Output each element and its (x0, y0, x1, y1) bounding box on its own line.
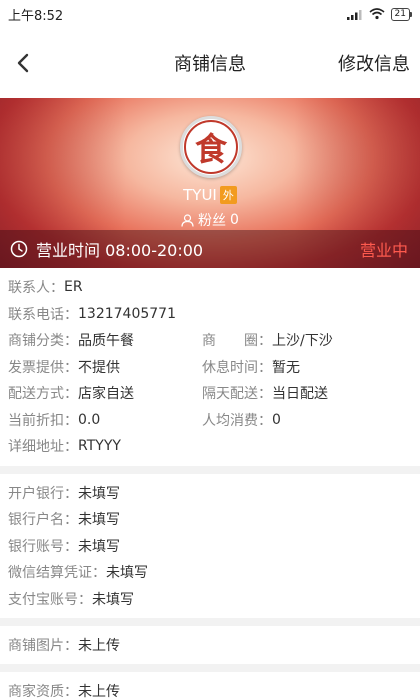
status-icons: 21 (346, 7, 413, 21)
district-value: 上沙/下沙 (272, 333, 333, 350)
shop-name-row: TYUI 外 (0, 186, 420, 204)
avg-spend-value: 0 (272, 411, 281, 428)
fans-count: 0 (230, 212, 239, 228)
shop-name: TYUI (183, 186, 217, 204)
info-row: 详细地址： RTYYY (8, 433, 412, 460)
bank-name-label: 开户银行： (8, 485, 78, 502)
account-name-value: 未填写 (78, 512, 120, 529)
info-row: 当前折扣： 0.0 人均消费： 0 (8, 407, 412, 434)
bank-row: 微信结算凭证： 未填写 (8, 559, 412, 586)
rest-time-value: 暂无 (272, 359, 300, 376)
shop-images-label: 商铺图片： (8, 638, 78, 654)
alipay-label: 支付宝账号： (8, 591, 92, 608)
bank-info-card: 开户银行： 未填写 银行户名： 未填写 银行账号： 未填写 微信结算凭证： 未填… (0, 473, 420, 618)
alipay-value: 未填写 (92, 591, 134, 608)
qualification-row[interactable]: 商家资质： 未上传 (0, 672, 420, 700)
bank-name-value: 未填写 (78, 485, 120, 502)
account-no-label: 银行账号： (8, 538, 78, 555)
shop-info-card: 联系人： ER 联系电话： 13217405771 商铺分类： 品质午餐 商 圈… (0, 268, 420, 466)
battery-icon: 21 (390, 7, 413, 21)
bank-row: 银行账号： 未填写 (8, 533, 412, 560)
invoice-label: 发票提供： (8, 359, 78, 376)
bank-row: 银行户名： 未填写 (8, 506, 412, 533)
info-row: 发票提供： 不提供 休息时间： 暂无 (8, 354, 412, 381)
contact-value: ER (64, 279, 83, 296)
delivery-method-label: 配送方式： (8, 386, 78, 403)
category-label: 商铺分类： (8, 333, 78, 350)
phone-label: 联系电话： (8, 306, 78, 323)
phone-value: 13217405771 (78, 305, 176, 322)
account-name-label: 银行户名： (8, 512, 78, 529)
signal-icon (346, 9, 362, 20)
fans-row: 粉丝 0 (0, 210, 420, 230)
takeout-badge: 外 (219, 186, 237, 204)
open-status-badge: 营业中 (359, 241, 408, 260)
category-value: 品质午餐 (78, 333, 134, 350)
info-row: 联系人： ER (8, 274, 412, 301)
wifi-icon (369, 8, 385, 20)
status-time: 上午8:52 (8, 8, 64, 24)
invoice-value: 不提供 (78, 359, 120, 376)
info-row: 联系电话： 13217405771 (8, 301, 412, 328)
info-row: 商铺分类： 品质午餐 商 圈： 上沙/下沙 (8, 327, 412, 354)
info-row: 配送方式： 店家自送 隔天配送： 当日配送 (8, 380, 412, 407)
shop-images-value: 未上传 (78, 638, 120, 654)
wechat-label: 微信结算凭证： (8, 565, 106, 582)
avg-spend-label: 人均消费： (202, 412, 272, 429)
edit-info-button[interactable]: 修改信息 (338, 50, 410, 76)
delivery-method-value: 店家自送 (78, 386, 134, 403)
rest-time-label: 休息时间： (202, 359, 272, 376)
account-no-value: 未填写 (78, 538, 120, 555)
back-button[interactable] (10, 50, 36, 76)
bank-row: 支付宝账号： 未填写 (8, 586, 412, 613)
business-hours: 营业时间 08:00-20:00 (36, 241, 204, 260)
qualification-value: 未上传 (78, 684, 120, 700)
address-value: RTYYY (78, 438, 121, 455)
fans-label: 粉丝 (198, 213, 227, 229)
shop-images-row[interactable]: 商铺图片： 未上传 (0, 626, 420, 664)
discount-value: 0.0 (78, 411, 101, 428)
shop-banner: 食 TYUI 外 粉丝 0 营业时间 08:00-20:00 营业中 (0, 98, 420, 268)
shop-logo-mark: 食 (184, 120, 238, 174)
shop-logo: 食 (180, 116, 242, 178)
wechat-value: 未填写 (106, 565, 148, 582)
clock-icon (10, 240, 28, 258)
qualification-label: 商家资质： (8, 684, 78, 700)
next-day-label: 隔天配送： (202, 386, 272, 403)
business-hours-bar: 营业时间 08:00-20:00 营业中 (0, 230, 420, 268)
address-label: 详细地址： (8, 439, 78, 456)
chevron-left-icon (17, 53, 29, 73)
nav-bar: 商铺信息 修改信息 (0, 28, 420, 98)
bank-row: 开户银行： 未填写 (8, 480, 412, 507)
district-label: 商 圈： (202, 333, 272, 350)
next-day-value: 当日配送 (272, 386, 328, 403)
user-icon (181, 213, 194, 227)
status-bar: 上午8:52 21 (0, 0, 420, 28)
discount-label: 当前折扣： (8, 412, 78, 429)
contact-label: 联系人： (8, 280, 64, 297)
